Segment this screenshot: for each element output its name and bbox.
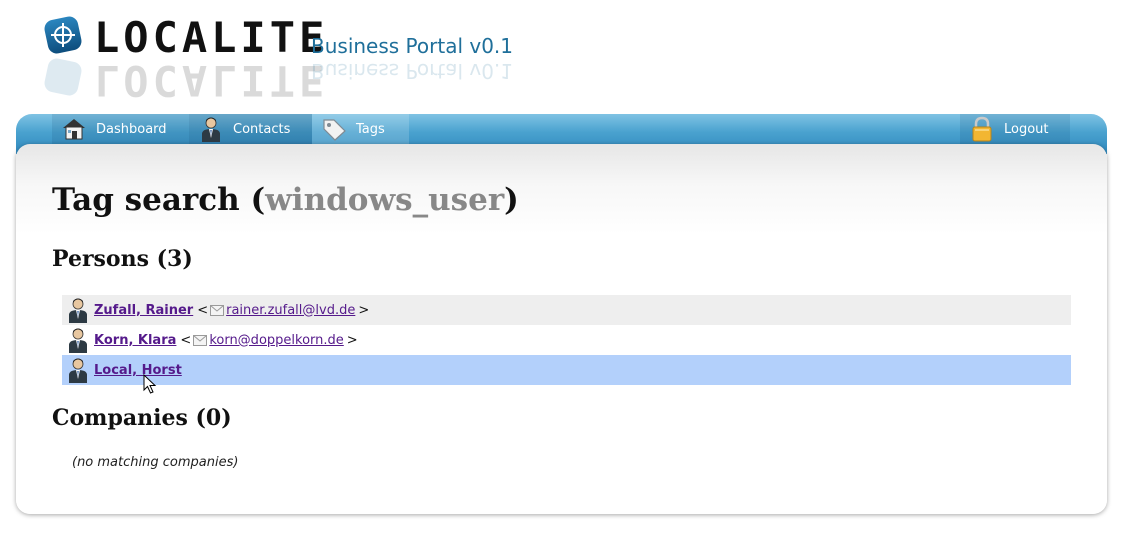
mail-icon <box>210 304 225 316</box>
crosshair-logo-icon <box>44 16 82 54</box>
page-title-prefix: Tag search ( <box>52 182 266 218</box>
nav-contacts[interactable]: Contacts <box>189 114 312 144</box>
tag-icon <box>320 116 348 142</box>
page-title-suffix: ) <box>504 182 519 218</box>
page-title: Tag search (windows_user) <box>52 182 519 218</box>
no-companies-message: (no matching companies) <box>72 455 239 470</box>
person-row: Korn, Klara < korn@doppelkorn.de > <box>62 325 1071 355</box>
nav-tags[interactable]: Tags <box>312 114 409 144</box>
email-close-bracket: > <box>358 302 370 318</box>
lock-icon <box>968 116 996 142</box>
person-name-link[interactable]: Local, Horst <box>94 363 182 378</box>
house-icon <box>60 116 88 142</box>
nav-dashboard-label: Dashboard <box>96 121 167 137</box>
portal-subtitle-reflection: Business Portal v0.1 <box>311 59 514 83</box>
email-close-bracket: > <box>346 332 358 348</box>
companies-heading: Companies (0) <box>52 405 232 431</box>
logo-reflection-icon <box>44 58 82 96</box>
email-open-bracket: < <box>197 302 209 318</box>
mail-icon <box>193 334 208 346</box>
person-name-link[interactable]: Zufall, Rainer <box>94 303 193 318</box>
email-link[interactable]: rainer.zufall@lvd.de <box>226 303 355 318</box>
content-panel: Tag search (windows_user) Persons (3) Zu… <box>16 144 1107 514</box>
person-icon <box>69 298 87 323</box>
nav-tags-label: Tags <box>356 121 385 137</box>
person-name-link[interactable]: Korn, Klara <box>94 333 176 348</box>
person-icon <box>69 328 87 353</box>
person-row: Zufall, Rainer < rainer.zufall@lvd.de > <box>62 295 1071 325</box>
search-tag-name: windows_user <box>265 182 505 218</box>
logo-wordmark-reflection: LOCALITE <box>94 56 329 105</box>
email-open-bracket: < <box>180 332 192 348</box>
persons-heading: Persons (3) <box>52 246 193 272</box>
person-row: Local, Horst <box>62 355 1071 385</box>
nav-logout-label: Logout <box>1004 121 1049 137</box>
portal-subtitle: Business Portal v0.1 <box>311 34 514 58</box>
logo: LOCALITE Business Portal v0.1 LOCALITE B… <box>40 12 560 105</box>
persons-list: Zufall, Rainer < rainer.zufall@lvd.de > … <box>62 295 1071 385</box>
nav-logout[interactable]: Logout <box>960 114 1070 144</box>
email-link[interactable]: korn@doppelkorn.de <box>209 333 343 348</box>
person-icon <box>197 116 225 142</box>
person-icon <box>69 358 87 383</box>
mouse-cursor-icon <box>143 374 157 394</box>
nav-dashboard[interactable]: Dashboard <box>52 114 189 144</box>
nav-contacts-label: Contacts <box>233 121 291 137</box>
